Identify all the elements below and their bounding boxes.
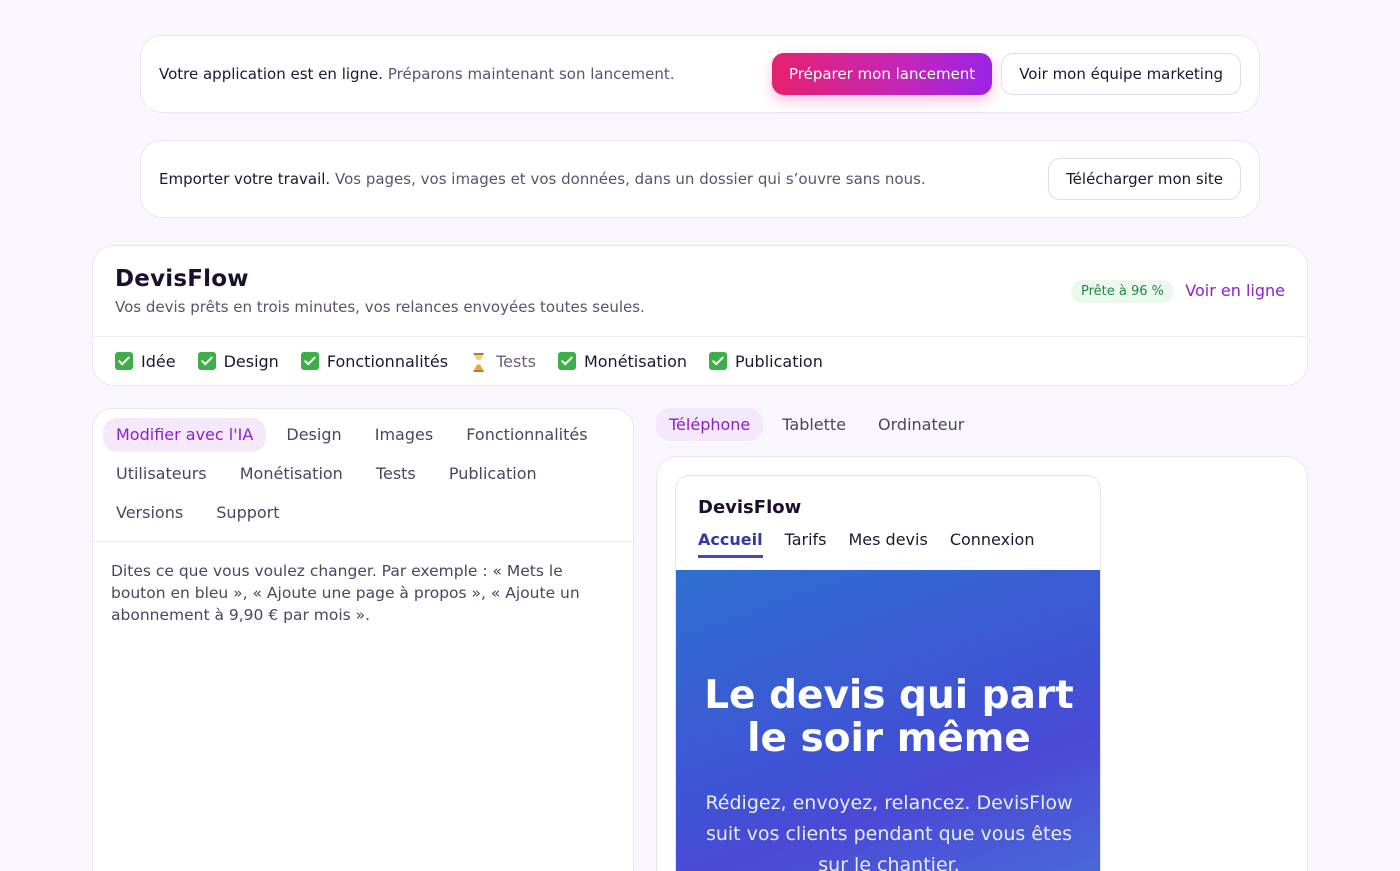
step-label: Monétisation (583, 351, 688, 371)
step-label: Design (223, 351, 279, 371)
step-idee[interactable]: Idée (115, 352, 176, 371)
tab-publication[interactable]: Publication (436, 457, 550, 491)
tab-fonctionnalites[interactable]: Fonctionnalités (453, 418, 600, 452)
step-tests[interactable]: Tests (470, 352, 536, 371)
readiness-badge: Prête à 96 % (1070, 280, 1174, 303)
preview-hero: Le devis qui part le soir même Rédigez, … (676, 570, 1100, 871)
launch-banner-sub: Préparons maintenant son lancement. (387, 65, 675, 83)
step-label: Fonctionnalités (326, 351, 449, 371)
tab-versions[interactable]: Versions (103, 496, 196, 530)
hourglass-icon (470, 352, 488, 370)
preview-nav: Accueil Tarifs Mes devis Connexion (698, 530, 1056, 558)
step-fonctionnalites[interactable]: Fonctionnalités (300, 351, 449, 371)
check-icon (557, 352, 576, 370)
check-icon (197, 352, 216, 370)
device-tabs: Téléphone Tablette Ordinateur (656, 408, 983, 441)
launch-banner-lead: Votre application est en ligne. (159, 65, 384, 83)
tab-utilisateurs[interactable]: Utilisateurs (103, 457, 220, 491)
step-label: Idée (141, 351, 176, 371)
step-design[interactable]: Design (197, 351, 279, 371)
preview-nav-mes-devis[interactable]: Mes devis (848, 530, 927, 558)
launch-banner-text: Votre application est en ligne. Préparon… (159, 65, 772, 83)
hero-text: Rédigez, envoyez, relancez. DevisFlow su… (705, 792, 1073, 871)
check-icon (300, 352, 319, 370)
check-icon (709, 352, 728, 370)
tab-design[interactable]: Design (273, 418, 354, 452)
preview-nav-connexion[interactable]: Connexion (950, 530, 1035, 558)
export-banner-lead: Emporter votre travail. (159, 170, 331, 188)
export-banner-text: Emporter votre travail. Vos pages, vos i… (159, 170, 1048, 188)
tab-images[interactable]: Images (362, 418, 446, 452)
step-label: Publication (735, 351, 823, 371)
download-site-button[interactable]: Télécharger mon site (1048, 158, 1241, 200)
tab-monetisation[interactable]: Monétisation (227, 457, 356, 491)
hero-title: Le devis qui part le soir même (704, 673, 1074, 761)
project-header: DevisFlow Vos devis prêts en trois minut… (93, 246, 1307, 337)
tab-tablette[interactable]: Tablette (769, 408, 859, 441)
tab-support[interactable]: Support (203, 496, 292, 530)
view-online-link[interactable]: Voir en ligne (1185, 281, 1285, 300)
tab-telephone[interactable]: Téléphone (656, 408, 764, 441)
phone-preview: DevisFlow Accueil Tarifs Mes devis Conne… (675, 475, 1101, 871)
tab-tests[interactable]: Tests (363, 457, 429, 491)
progress-steps: Idée Design Fonctionnalités Tests Monéti… (93, 337, 1307, 385)
editor-tabs: Modifier avec l'IA Design Images Fonctio… (93, 409, 633, 542)
project-card: DevisFlow Vos devis prêts en trois minut… (92, 245, 1308, 386)
launch-banner: Votre application est en ligne. Préparon… (140, 35, 1260, 113)
preview-brand: DevisFlow (698, 497, 802, 518)
tab-ordinateur[interactable]: Ordinateur (865, 408, 977, 441)
preview-nav-tarifs[interactable]: Tarifs (785, 530, 827, 558)
export-banner-sub: Vos pages, vos images et vos données, da… (334, 170, 926, 188)
check-icon (115, 352, 133, 370)
preview-nav-accueil[interactable]: Accueil (698, 530, 763, 558)
export-banner: Emporter votre travail. Vos pages, vos i… (140, 140, 1260, 218)
prepare-launch-button[interactable]: Préparer mon lancement (771, 53, 993, 95)
step-monetisation[interactable]: Monétisation (557, 351, 688, 371)
marketing-team-button[interactable]: Voir mon équipe marketing (1001, 53, 1241, 95)
ai-prompt-input[interactable]: Dites ce que vous voulez changer. Par ex… (111, 560, 615, 626)
tab-modifier-ia[interactable]: Modifier avec l'IA (103, 418, 267, 452)
step-label: Tests (496, 351, 536, 371)
step-publication[interactable]: Publication (709, 352, 823, 371)
editor-panel: Modifier avec l'IA Design Images Fonctio… (92, 408, 634, 871)
